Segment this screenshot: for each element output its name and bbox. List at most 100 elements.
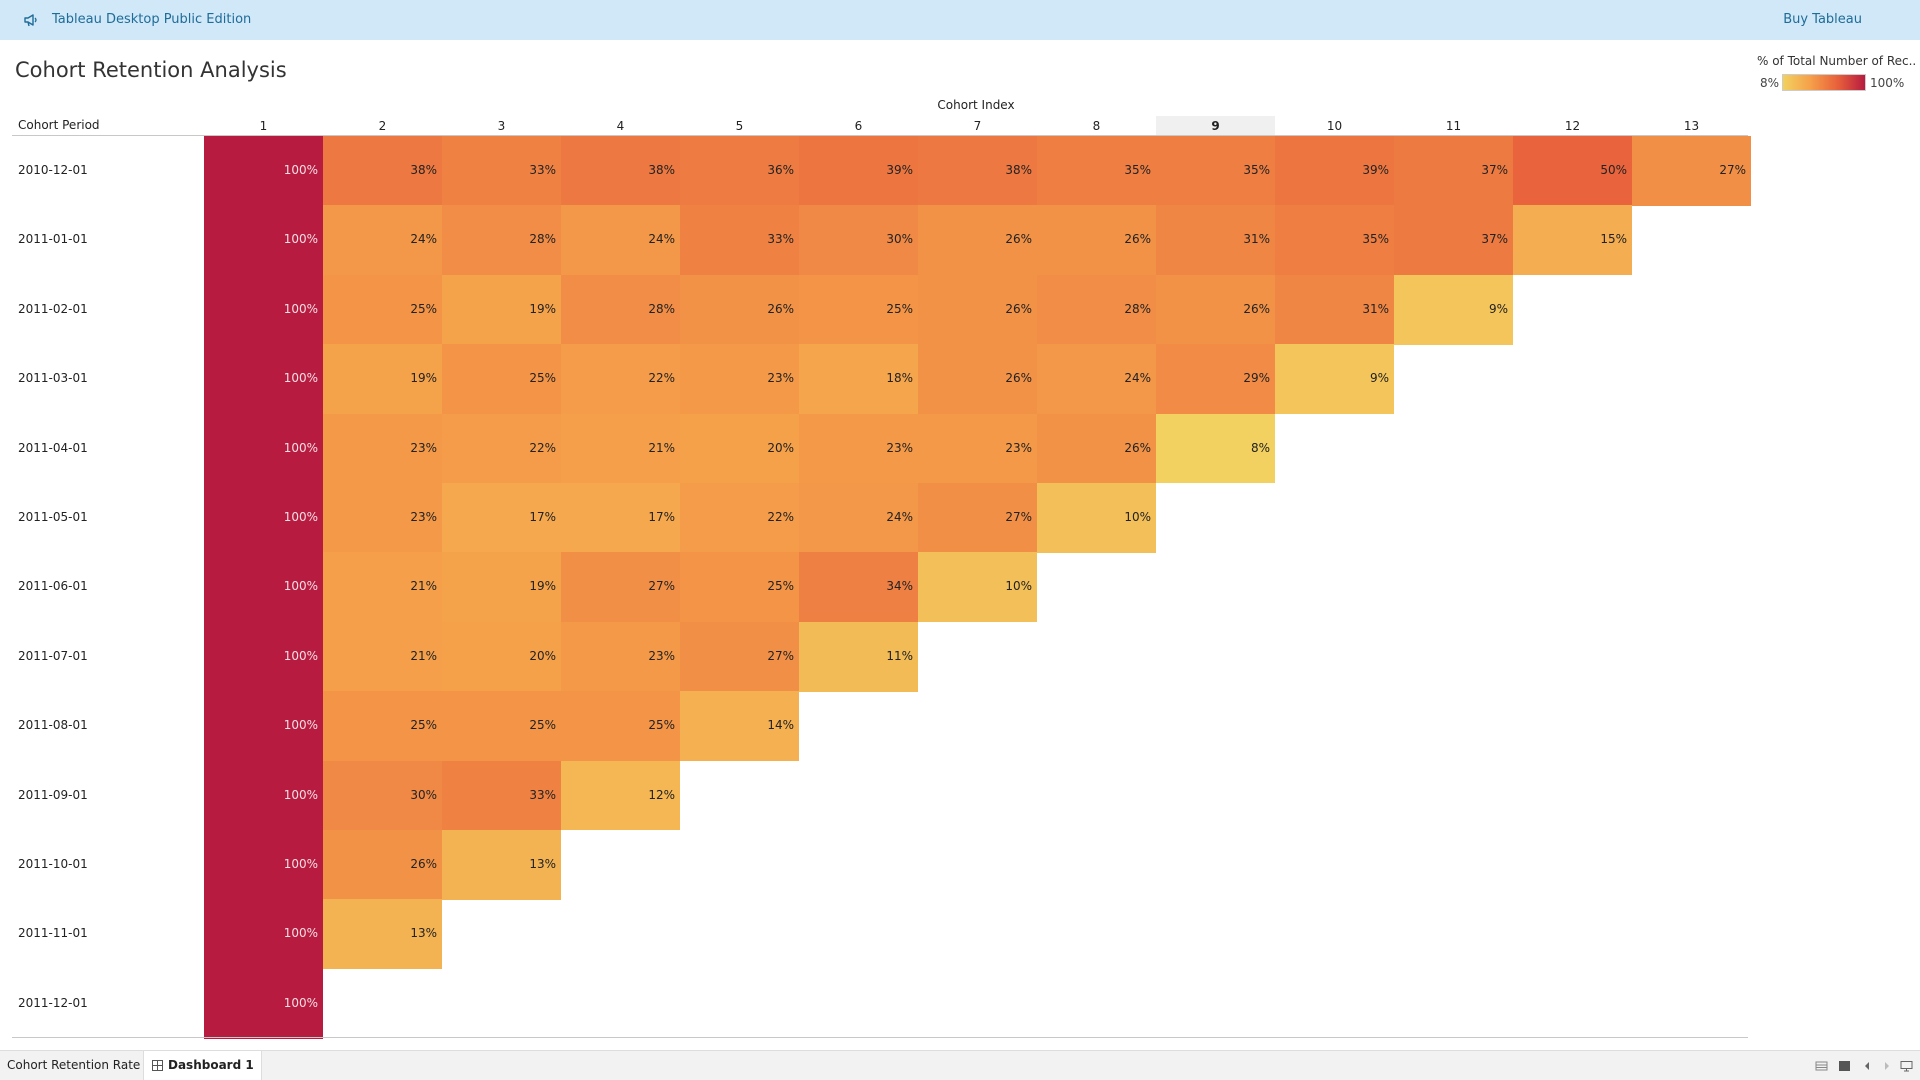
heatmap-cell[interactable]: 100% bbox=[204, 830, 323, 900]
heatmap-cell[interactable]: 36% bbox=[680, 136, 799, 206]
heatmap-cell[interactable]: 26% bbox=[1037, 413, 1156, 484]
heatmap-cell[interactable]: 100% bbox=[204, 413, 323, 484]
heatmap-cell[interactable]: 34% bbox=[799, 552, 918, 623]
row-label[interactable]: 2011-02-01 bbox=[18, 275, 88, 344]
column-header-2[interactable]: 2 bbox=[323, 116, 442, 136]
heatmap-cell[interactable]: 20% bbox=[680, 413, 799, 484]
heatmap-cell[interactable]: 33% bbox=[680, 205, 799, 276]
heatmap-cell[interactable]: 22% bbox=[561, 344, 680, 415]
heatmap-cell[interactable]: 35% bbox=[1275, 205, 1394, 276]
column-header-7[interactable]: 7 bbox=[918, 116, 1037, 136]
heatmap-cell[interactable]: 23% bbox=[561, 621, 680, 692]
heatmap-cell[interactable]: 23% bbox=[799, 413, 918, 484]
heatmap-cell[interactable]: 13% bbox=[442, 830, 561, 900]
heatmap-cell[interactable]: 18% bbox=[799, 344, 918, 415]
heatmap-cell[interactable]: 100% bbox=[204, 483, 323, 553]
heatmap-cell[interactable]: 23% bbox=[680, 344, 799, 415]
heatmap-cell[interactable]: 24% bbox=[323, 205, 442, 276]
heatmap-cell[interactable]: 33% bbox=[442, 136, 561, 206]
heatmap-cell[interactable]: 26% bbox=[680, 274, 799, 345]
row-label[interactable]: 2011-07-01 bbox=[18, 622, 88, 691]
column-header-9[interactable]: 9 bbox=[1156, 116, 1275, 136]
heatmap-cell[interactable]: 30% bbox=[799, 205, 918, 276]
column-header-5[interactable]: 5 bbox=[680, 116, 799, 136]
heatmap-cell[interactable]: 38% bbox=[561, 136, 680, 206]
heatmap-cell[interactable]: 100% bbox=[204, 621, 323, 692]
heatmap-cell[interactable]: 31% bbox=[1156, 205, 1275, 276]
heatmap-cell[interactable]: 100% bbox=[204, 205, 323, 276]
heatmap-cell[interactable]: 28% bbox=[561, 274, 680, 345]
heatmap-cell[interactable]: 17% bbox=[442, 483, 561, 553]
heatmap-cell[interactable]: 28% bbox=[442, 205, 561, 276]
heatmap-cell[interactable]: 21% bbox=[323, 552, 442, 623]
heatmap-cell[interactable]: 26% bbox=[918, 205, 1037, 276]
column-header-1[interactable]: 1 bbox=[204, 116, 323, 136]
heatmap-cell[interactable]: 100% bbox=[204, 344, 323, 415]
heatmap-cell[interactable]: 39% bbox=[1275, 136, 1394, 206]
heatmap-cell[interactable]: 19% bbox=[442, 274, 561, 345]
row-label[interactable]: 2011-10-01 bbox=[18, 830, 88, 899]
row-label[interactable]: 2010-12-01 bbox=[18, 136, 88, 205]
heatmap-cell[interactable]: 23% bbox=[323, 413, 442, 484]
heatmap-cell[interactable]: 25% bbox=[799, 274, 918, 345]
present-mode-icon[interactable] bbox=[1900, 1060, 1913, 1072]
row-label[interactable]: 2011-11-01 bbox=[18, 899, 88, 968]
heatmap-cell[interactable]: 33% bbox=[442, 760, 561, 831]
heatmap-cell[interactable]: 17% bbox=[561, 483, 680, 553]
heatmap-cell[interactable]: 28% bbox=[1037, 274, 1156, 345]
color-legend[interactable]: % of Total Number of Rec.. 8% 100% bbox=[1755, 52, 1916, 96]
presentation-icon[interactable] bbox=[1838, 1060, 1851, 1072]
heatmap-cell[interactable]: 100% bbox=[204, 899, 323, 970]
heatmap-cell[interactable]: 29% bbox=[1156, 344, 1275, 415]
heatmap-cell[interactable]: 10% bbox=[1037, 483, 1156, 553]
heatmap-cell[interactable]: 25% bbox=[323, 691, 442, 762]
heatmap-cell[interactable]: 10% bbox=[918, 552, 1037, 623]
row-label[interactable]: 2011-05-01 bbox=[18, 483, 88, 552]
column-header-3[interactable]: 3 bbox=[442, 116, 561, 136]
heatmap-cell[interactable]: 25% bbox=[323, 274, 442, 345]
heatmap-cell[interactable]: 100% bbox=[204, 274, 323, 345]
row-axis-title[interactable]: Cohort Period bbox=[18, 118, 100, 132]
next-icon[interactable] bbox=[1880, 1060, 1893, 1072]
heatmap-cell[interactable]: 12% bbox=[561, 760, 680, 831]
heatmap-cell[interactable]: 37% bbox=[1394, 205, 1513, 276]
row-label[interactable]: 2011-01-01 bbox=[18, 205, 88, 274]
heatmap-cell[interactable]: 13% bbox=[323, 899, 442, 970]
column-header-12[interactable]: 12 bbox=[1513, 116, 1632, 136]
heatmap-cell[interactable]: 24% bbox=[799, 483, 918, 553]
column-header-4[interactable]: 4 bbox=[561, 116, 680, 136]
heatmap-cell[interactable]: 50% bbox=[1513, 136, 1632, 206]
tab-dashboard-1[interactable]: Dashboard 1 bbox=[143, 1051, 262, 1080]
heatmap-cell[interactable]: 25% bbox=[561, 691, 680, 762]
heatmap-cell[interactable]: 24% bbox=[1037, 344, 1156, 415]
row-label[interactable]: 2011-08-01 bbox=[18, 691, 88, 760]
heatmap-cell[interactable]: 35% bbox=[1156, 136, 1275, 206]
column-header-10[interactable]: 10 bbox=[1275, 116, 1394, 136]
heatmap-cell[interactable]: 26% bbox=[1037, 205, 1156, 276]
heatmap-cell[interactable]: 100% bbox=[204, 968, 323, 1039]
row-label[interactable]: 2011-12-01 bbox=[18, 969, 88, 1038]
row-label[interactable]: 2011-04-01 bbox=[18, 414, 88, 483]
heatmap-cell[interactable]: 100% bbox=[204, 691, 323, 762]
heatmap-cell[interactable]: 25% bbox=[442, 344, 561, 415]
heatmap-cell[interactable]: 20% bbox=[442, 621, 561, 692]
sheet-view-icon[interactable] bbox=[1815, 1060, 1828, 1072]
heatmap-cell[interactable]: 27% bbox=[680, 621, 799, 692]
column-header-13[interactable]: 13 bbox=[1632, 116, 1751, 136]
tab-cohort-retention-rate[interactable]: Cohort Retention Rate bbox=[0, 1051, 147, 1080]
prev-icon[interactable] bbox=[1861, 1060, 1874, 1072]
heatmap-cell[interactable]: 21% bbox=[561, 413, 680, 484]
heatmap-cell[interactable]: 27% bbox=[561, 552, 680, 623]
heatmap-cell[interactable]: 19% bbox=[442, 552, 561, 623]
heatmap-cell[interactable]: 38% bbox=[323, 136, 442, 206]
row-label[interactable]: 2011-09-01 bbox=[18, 761, 88, 830]
heatmap-cell[interactable]: 11% bbox=[799, 621, 918, 692]
heatmap-cell[interactable]: 19% bbox=[323, 344, 442, 415]
heatmap-cell[interactable]: 26% bbox=[918, 344, 1037, 415]
column-header-8[interactable]: 8 bbox=[1037, 116, 1156, 136]
heatmap-cell[interactable]: 14% bbox=[680, 691, 799, 762]
heatmap-cell[interactable]: 22% bbox=[442, 413, 561, 484]
heatmap-cell[interactable]: 9% bbox=[1394, 274, 1513, 345]
heatmap-cell[interactable]: 27% bbox=[1632, 136, 1751, 206]
heatmap-cell[interactable]: 21% bbox=[323, 621, 442, 692]
